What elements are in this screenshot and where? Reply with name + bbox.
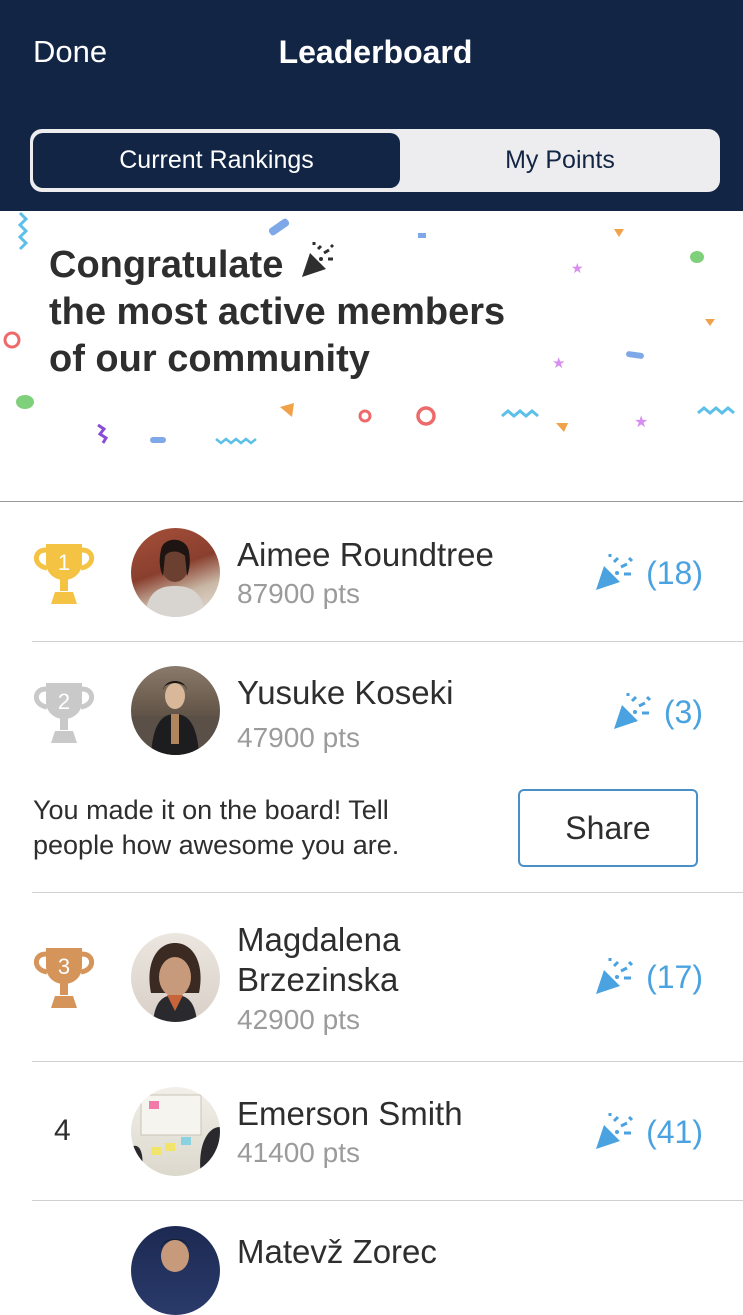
kudos-button[interactable]: (3) (612, 693, 703, 731)
svg-text:1: 1 (58, 550, 70, 575)
kudos-count: (41) (646, 1113, 703, 1150)
share-message-line-1: You made it on the board! Tell (33, 795, 389, 825)
member-points: 42900 pts (237, 1004, 360, 1035)
congratulate-banner: ★ ★ ★ Congratulate the most active membe… (0, 211, 743, 502)
kudos-count: (3) (663, 693, 703, 730)
kudos-count: (18) (646, 554, 703, 591)
gold-trophy-icon: 1 (33, 544, 95, 604)
member-name: Aimee Roundtree (237, 536, 494, 573)
avatar (131, 1226, 220, 1315)
avatar (131, 666, 220, 755)
bronze-trophy-icon: 3 (33, 948, 95, 1008)
row-divider (32, 1061, 743, 1062)
svg-text:★: ★ (571, 260, 584, 276)
member-points: 47900 pts (237, 722, 360, 753)
avatar (131, 528, 220, 617)
share-message: You made it on the board! Tell people ho… (33, 793, 399, 863)
banner-line-1: Congratulate (49, 244, 284, 286)
svg-text:2: 2 (58, 689, 70, 714)
party-popper-icon (596, 554, 634, 590)
row-divider (32, 1200, 743, 1201)
kudos-button[interactable]: (41) (594, 1113, 703, 1151)
avatar (131, 933, 220, 1022)
party-popper-icon (596, 1113, 634, 1149)
share-message-line-2: people how awesome you are. (33, 830, 400, 860)
party-popper-icon (301, 242, 334, 277)
nav-header: Done Leaderboard Current Rankings My Poi… (0, 0, 743, 211)
tab-my-points[interactable]: My Points (400, 129, 720, 192)
row-divider (32, 892, 743, 893)
member-name: Matevž Zorec (237, 1233, 437, 1270)
member-name-line-2: Brzezinska (237, 961, 399, 998)
tab-current-rankings[interactable]: Current Rankings (33, 133, 400, 188)
member-points: 41400 pts (237, 1137, 360, 1168)
rank-number: 4 (54, 1114, 71, 1147)
party-popper-icon (613, 693, 651, 729)
member-name-line-1: Magdalena (237, 921, 401, 958)
banner-line-3: of our community (49, 338, 370, 380)
member-name: Emerson Smith (237, 1095, 463, 1132)
svg-text:★: ★ (634, 414, 648, 431)
segmented-control: Current Rankings My Points (30, 129, 720, 192)
party-popper-icon (596, 958, 634, 994)
kudos-button[interactable]: (18) (594, 554, 703, 592)
page-title: Leaderboard (278, 34, 473, 70)
silver-trophy-icon: 2 (33, 683, 95, 743)
avatar (131, 1087, 220, 1176)
svg-text:★: ★ (552, 355, 565, 372)
banner-line-2: the most active members (49, 291, 506, 333)
svg-text:3: 3 (58, 954, 70, 979)
member-name: Yusuke Koseki (237, 674, 454, 711)
member-name: Magdalena Brzezinska (237, 920, 400, 1000)
row-divider (32, 641, 743, 642)
kudos-count: (17) (646, 958, 703, 995)
share-button[interactable]: Share (518, 789, 698, 867)
kudos-button[interactable]: (17) (594, 958, 703, 996)
banner-headline: Congratulate the most active members of … (49, 241, 505, 383)
member-points: 87900 pts (237, 578, 360, 609)
